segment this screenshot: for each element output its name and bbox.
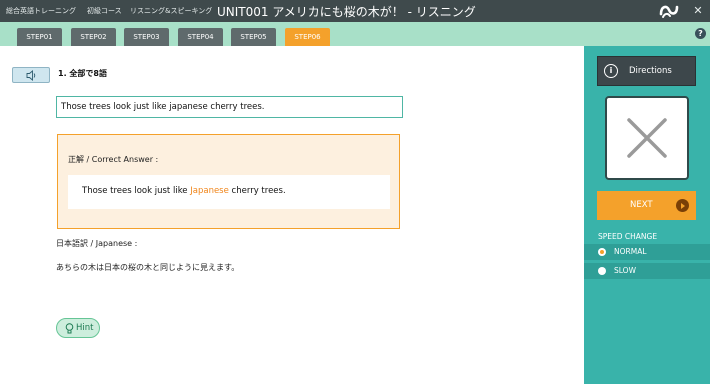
next-label: NEXT: [630, 200, 653, 210]
lightbulb-icon: [65, 323, 74, 334]
side-panel: i Directions NEXT SPEED CHANGE NORMAL SL…: [584, 46, 710, 384]
question-title: 1. 全部で8語: [58, 69, 107, 78]
play-circle-icon: [676, 199, 689, 212]
answer-input[interactable]: [56, 96, 403, 118]
breadcrumb-course: 総合英語トレーニング: [6, 7, 76, 15]
correct-highlight-word: Japanese: [190, 186, 229, 196]
speed-option-label: SLOW: [614, 266, 636, 275]
tab-step05[interactable]: STEP05: [231, 28, 276, 46]
japanese-translation-label: 日本語訳 / Japanese :: [56, 239, 138, 248]
tab-step04[interactable]: STEP04: [178, 28, 223, 46]
speed-option-slow[interactable]: SLOW: [584, 263, 710, 279]
breadcrumb-level: 初級コース: [87, 7, 122, 15]
japanese-translation-text: あちらの木は日本の桜の木と同じように見えます。: [56, 263, 240, 272]
play-audio-button[interactable]: [12, 67, 50, 83]
correct-text-before: Those trees look just like: [82, 186, 191, 196]
close-icon[interactable]: ✕: [691, 3, 705, 19]
hint-label: Hint: [76, 323, 94, 333]
tab-step06[interactable]: STEP06: [285, 28, 330, 46]
radio-selected-icon: [598, 248, 606, 256]
correct-text-after: cherry trees.: [228, 186, 286, 196]
correct-answer-text: Those trees look just like Japanese cher…: [82, 186, 286, 196]
help-icon[interactable]: ?: [695, 28, 706, 39]
hint-button[interactable]: Hint: [56, 318, 100, 338]
breadcrumb-skill: リスニング&スピーキング: [130, 7, 213, 15]
correct-answer-label: 正解 / Correct Answer :: [68, 155, 159, 164]
next-button[interactable]: NEXT: [597, 191, 696, 220]
speed-option-label: NORMAL: [614, 247, 647, 256]
speed-option-normal[interactable]: NORMAL: [584, 244, 710, 260]
logo-icon: [659, 5, 679, 18]
tab-step01[interactable]: STEP01: [17, 28, 62, 46]
title-bar: 総合英語トレーニング 初級コース リスニング&スピーキング UNIT001 アメ…: [0, 0, 710, 22]
directions-button[interactable]: i Directions: [597, 56, 696, 86]
page-title: UNIT001 アメリカにも桜の木が！ - リスニング: [217, 5, 476, 19]
correct-answer-card: Those trees look just like Japanese cher…: [68, 175, 390, 209]
result-indicator: [605, 96, 689, 180]
tab-step03[interactable]: STEP03: [124, 28, 169, 46]
tab-step02[interactable]: STEP02: [71, 28, 116, 46]
correct-answer-panel: 正解 / Correct Answer : Those trees look j…: [57, 134, 400, 229]
speed-change-title: SPEED CHANGE: [598, 232, 658, 241]
radio-unselected-icon: [598, 267, 606, 275]
step-tabs: STEP01 STEP02 STEP03 STEP04 STEP05 STEP0…: [0, 22, 710, 46]
info-icon: i: [604, 64, 618, 78]
speaker-icon: [26, 70, 36, 81]
cross-icon: [627, 118, 667, 158]
directions-label: Directions: [629, 66, 672, 76]
